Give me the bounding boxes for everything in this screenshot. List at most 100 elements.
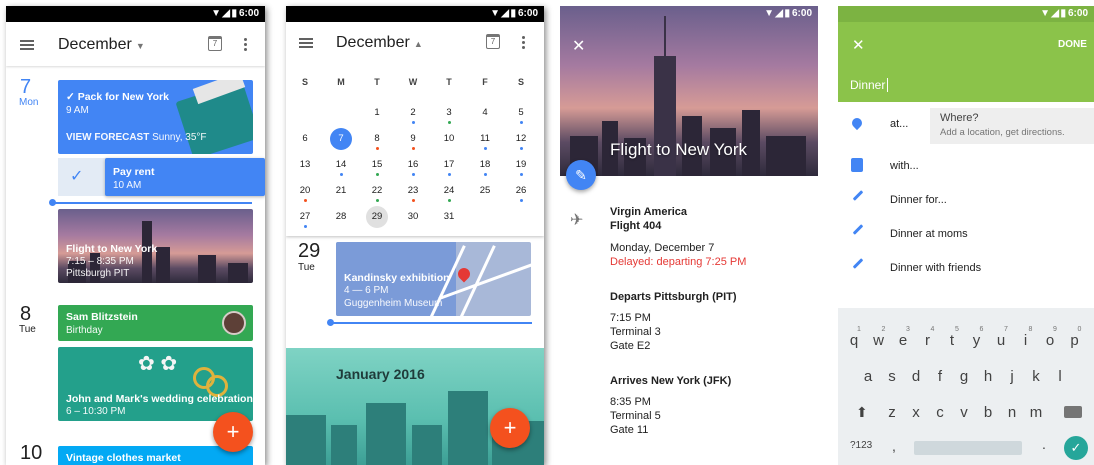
more-options-icon[interactable] — [244, 43, 247, 46]
key-n[interactable]: n — [1002, 404, 1022, 421]
event-time: 4 — 6 PM — [344, 285, 389, 296]
key-l[interactable]: l — [1050, 368, 1070, 385]
wifi-icon: ▼ — [211, 8, 221, 19]
add-event-button[interactable]: + — [490, 408, 530, 448]
key-hint: 1 — [857, 326, 861, 333]
key-p[interactable]: p — [1065, 332, 1085, 349]
symbols-key[interactable]: ?123 — [850, 440, 872, 451]
event-indicator-dot — [520, 199, 523, 202]
event-indicator-dot — [448, 173, 451, 176]
event-title: Kandinsky exhibition — [344, 272, 450, 284]
edit-button[interactable]: ✎ — [566, 160, 596, 190]
location-row[interactable]: at... Where? Add a location, get directi… — [838, 108, 1094, 144]
new-event-screen: ▼ ◢ ▮ 6:00 ✕ DONE Dinner at... Where? Ad… — [838, 6, 1094, 465]
event-subtitle: Birthday — [66, 325, 103, 336]
event-card-flight[interactable]: Flight to New York 7:15 – 8:35 PM Pittsb… — [58, 209, 253, 283]
key-y[interactable]: y — [967, 332, 987, 349]
comma-key[interactable]: , — [892, 438, 896, 454]
departs-gate: Gate E2 — [610, 340, 651, 352]
key-o[interactable]: o — [1040, 332, 1060, 349]
key-hint: 8 — [1028, 326, 1033, 333]
pencil-icon: ✎ — [575, 167, 587, 183]
event-card-birthday[interactable]: Sam Blitzstein Birthday — [58, 305, 253, 341]
calendar-day[interactable]: 7 — [330, 128, 352, 150]
enter-key[interactable]: ✓ — [1064, 436, 1088, 460]
key-e[interactable]: e — [893, 332, 913, 349]
key-m[interactable]: m — [1026, 404, 1046, 421]
forecast-text[interactable]: VIEW FORECAST Sunny, 35°F — [66, 132, 207, 143]
key-i[interactable]: i — [1016, 332, 1036, 349]
close-icon[interactable]: ✕ — [852, 36, 865, 54]
calendar-day[interactable]: 31 — [438, 206, 460, 228]
menu-icon[interactable] — [299, 42, 313, 44]
menu-icon[interactable] — [20, 44, 34, 46]
building — [286, 415, 326, 465]
calendar-day[interactable]: 21 — [330, 180, 352, 202]
space-key[interactable] — [914, 441, 1022, 455]
add-event-button[interactable]: + — [213, 412, 253, 452]
building — [448, 391, 488, 465]
calendar-day[interactable]: 30 — [402, 206, 424, 228]
event-card-kandinsky[interactable]: Kandinsky exhibition 4 — 6 PM Guggenheim… — [336, 242, 531, 316]
month-selector[interactable]: December ▲ — [336, 34, 423, 52]
key-a[interactable]: a — [858, 368, 878, 385]
calendar-day[interactable]: 13 — [294, 154, 316, 176]
period-key[interactable]: . — [1042, 436, 1046, 452]
month-selector[interactable]: December ▼ — [58, 36, 145, 54]
people-row[interactable]: with... — [838, 150, 1094, 184]
suggestion-row[interactable]: Dinner with friends — [838, 252, 1094, 286]
event-time: 6 – 10:30 PM — [66, 406, 126, 417]
day-label: Tue — [19, 324, 36, 335]
key-r[interactable]: r — [918, 332, 938, 349]
key-z[interactable]: z — [882, 404, 902, 421]
event-card-wedding[interactable]: ✿ ✿ John and Mark's wedding celebration … — [58, 347, 253, 421]
where-suggestion[interactable]: Where? Add a location, get directions. — [930, 108, 1094, 144]
flower-illustration: ✿ ✿ — [138, 353, 178, 375]
key-c[interactable]: c — [930, 404, 950, 421]
key-b[interactable]: b — [978, 404, 998, 421]
pencil-icon — [852, 224, 864, 235]
done-swipe-area[interactable]: ✓ — [58, 158, 108, 196]
event-indicator-dot — [484, 147, 487, 150]
event-title: Flight to New York — [610, 140, 748, 159]
key-h[interactable]: h — [978, 368, 998, 385]
shift-key[interactable]: ⬆ — [856, 404, 868, 421]
key-j[interactable]: j — [1002, 368, 1022, 385]
key-x[interactable]: x — [906, 404, 926, 421]
done-button[interactable]: DONE — [1058, 39, 1087, 50]
calendar-day[interactable]: 1 — [366, 102, 388, 124]
event-title-input[interactable]: Dinner — [850, 78, 889, 92]
calendar-day[interactable]: 25 — [474, 180, 496, 202]
suggestion-row[interactable]: Dinner for... — [838, 184, 1094, 218]
key-q[interactable]: q — [844, 332, 864, 349]
calendar-day[interactable]: 10 — [438, 128, 460, 150]
today-calendar-icon[interactable]: 7 — [208, 36, 222, 51]
key-v[interactable]: v — [954, 404, 974, 421]
month-title: December — [336, 34, 410, 51]
key-d[interactable]: d — [906, 368, 926, 385]
key-w[interactable]: w — [869, 332, 889, 349]
key-t[interactable]: t — [942, 332, 962, 349]
key-s[interactable]: s — [882, 368, 902, 385]
backspace-key[interactable] — [1064, 406, 1082, 418]
key-f[interactable]: f — [930, 368, 950, 385]
calendar-day[interactable]: 4 — [474, 102, 496, 124]
signal-icon: ◢ — [222, 8, 230, 19]
event-card-rent[interactable]: Pay rent 10 AM — [105, 158, 265, 196]
event-time: 7:15 – 8:35 PM — [66, 256, 134, 267]
key-k[interactable]: k — [1026, 368, 1046, 385]
calendar-day[interactable]: 28 — [330, 206, 352, 228]
departs-time: 7:15 PM — [610, 312, 651, 324]
key-u[interactable]: u — [991, 332, 1011, 349]
day-label: Tue — [298, 262, 315, 273]
calendar-day[interactable]: 6 — [294, 128, 316, 150]
suggestion-row[interactable]: Dinner at moms — [838, 218, 1094, 252]
close-icon[interactable]: ✕ — [572, 36, 585, 56]
battery-icon: ▮ — [510, 8, 516, 19]
more-options-icon[interactable] — [522, 41, 525, 44]
event-indicator-dot — [304, 199, 307, 202]
today-calendar-icon[interactable]: 7 — [486, 34, 500, 49]
event-card-pack[interactable]: ✓︎ Pack for New York 9 AM VIEW FORECAST … — [58, 80, 253, 154]
key-g[interactable]: g — [954, 368, 974, 385]
calendar-day[interactable]: 29 — [366, 206, 388, 228]
